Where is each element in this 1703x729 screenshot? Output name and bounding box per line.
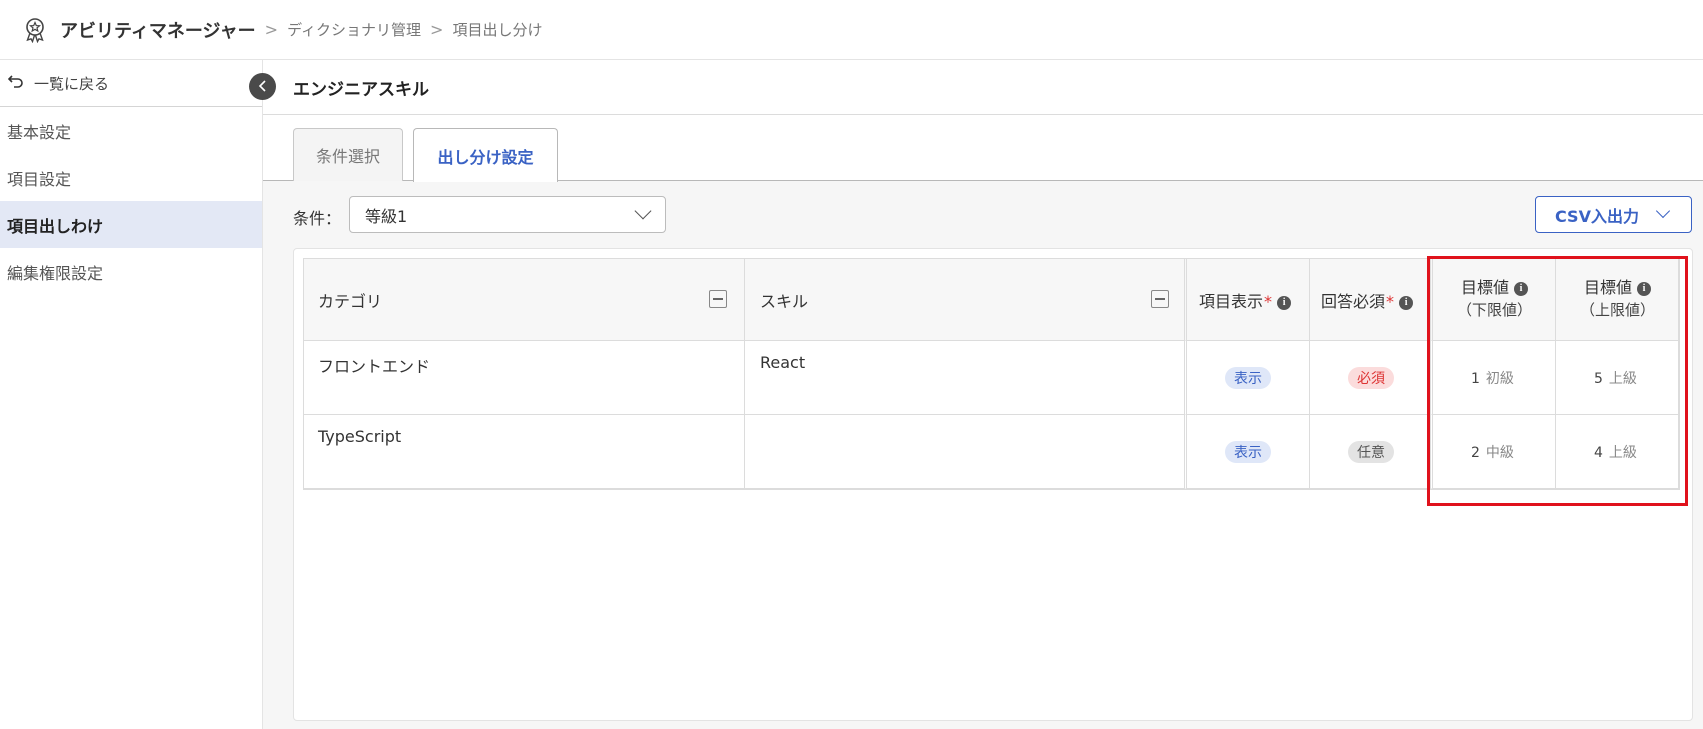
target-lower-num: 2 <box>1471 445 1480 461</box>
collapse-category-button[interactable] <box>709 290 727 308</box>
target-lower-num: 1 <box>1471 371 1480 387</box>
header-target-upper: 目標値 i （上限値） <box>1556 258 1679 341</box>
condition-select[interactable]: 等級1 <box>349 196 666 233</box>
filter-row: 条件： 等級1 CSV入出力 <box>263 196 1703 238</box>
header-display-label: 項目表示 <box>1199 292 1264 311</box>
display-badge[interactable]: 表示 <box>1225 367 1271 389</box>
csv-import-export-button[interactable]: CSV入出力 <box>1535 196 1692 233</box>
header-skill: スキル <box>745 258 1187 341</box>
sidebar-item-item-distribution[interactable]: 項目出しわけ <box>0 201 262 248</box>
collapse-skill-button[interactable] <box>1151 290 1169 308</box>
table-cell-display[interactable]: 表示 <box>1187 341 1310 415</box>
table-cell-required[interactable]: 必須 <box>1310 341 1433 415</box>
breadcrumb-dictionary[interactable]: ディクショナリ管理 <box>287 19 421 40</box>
required-badge[interactable]: 必須 <box>1348 367 1394 389</box>
target-lower-level: 中級 <box>1485 445 1514 461</box>
tab-distribution-settings[interactable]: 出し分け設定 <box>413 128 558 182</box>
back-to-list-link[interactable]: 一覧に戻る <box>0 60 262 107</box>
header-required-label: 回答必須 <box>1321 292 1386 311</box>
header-upper-label: （上限値） <box>1579 301 1655 319</box>
sidebar: 一覧に戻る 基本設定 項目設定 項目出しわけ 編集権限設定 <box>0 60 263 729</box>
header-required: 回答必須* i <box>1310 258 1433 341</box>
app-name[interactable]: アビリティマネージャー <box>60 17 256 43</box>
header-category-label: カテゴリ <box>318 292 383 311</box>
header-target-label: 目標値 <box>1460 278 1509 297</box>
chevron-down-icon <box>1655 203 1671 219</box>
target-upper-level: 上級 <box>1608 445 1637 461</box>
info-icon[interactable]: i <box>1637 281 1652 296</box>
header-skill-label: スキル <box>760 292 809 311</box>
category-value: フロントエンド <box>318 357 431 376</box>
undo-arrow-icon <box>7 73 24 93</box>
chevron-left-icon <box>258 77 268 96</box>
table-cell-target-lower[interactable]: 1 初級 <box>1433 341 1556 415</box>
table-cell-target-lower[interactable]: 2 中級 <box>1433 415 1556 489</box>
info-icon[interactable]: i <box>1514 281 1529 296</box>
app-header: アビリティマネージャー > ディクショナリ管理 > 項目出し分け <box>0 0 1703 60</box>
target-upper-level: 上級 <box>1608 371 1637 387</box>
chevron-down-icon <box>634 202 652 220</box>
sidebar-collapse-button[interactable] <box>249 73 276 100</box>
header-target-label: 目標値 <box>1583 278 1632 297</box>
table-cell-category[interactable]: フロントエンド <box>303 341 745 415</box>
required-asterisk: * <box>1386 292 1395 311</box>
condition-select-value: 等級1 <box>365 206 408 226</box>
header-category: カテゴリ <box>303 258 745 341</box>
header-lower-label: （下限値） <box>1456 301 1532 319</box>
header-target-lower: 目標値 i （下限値） <box>1433 258 1556 341</box>
breadcrumb-separator: > <box>430 20 444 39</box>
page-title: エンジニアスキル <box>263 60 1703 115</box>
table-cell-category[interactable]: TypeScript <box>303 415 745 489</box>
tab-bar: 条件選択 出し分け設定 <box>263 115 1703 182</box>
target-lower-level: 初級 <box>1485 371 1514 387</box>
table-cell-display[interactable]: 表示 <box>1187 415 1310 489</box>
info-icon[interactable]: i <box>1399 295 1414 310</box>
target-upper-num: 5 <box>1594 371 1603 387</box>
sidebar-item-basic-settings[interactable]: 基本設定 <box>0 107 262 154</box>
skill-value: React <box>760 353 806 372</box>
award-icon <box>22 17 48 43</box>
sidebar-item-edit-permissions[interactable]: 編集権限設定 <box>0 248 262 295</box>
required-badge[interactable]: 任意 <box>1348 441 1394 463</box>
table-cell-skill[interactable] <box>745 415 1187 489</box>
tab-condition-select[interactable]: 条件選択 <box>293 128 403 181</box>
table-cell-required[interactable]: 任意 <box>1310 415 1433 489</box>
condition-label: 条件： <box>293 209 342 228</box>
table-cell-skill[interactable]: React <box>745 341 1187 415</box>
info-icon[interactable]: i <box>1277 295 1292 310</box>
main-content: エンジニアスキル 条件選択 出し分け設定 条件： 等級1 CSV入出力 カテゴリ… <box>263 60 1703 729</box>
breadcrumb-current: 項目出し分け <box>452 21 543 39</box>
back-label: 一覧に戻る <box>34 74 110 93</box>
display-badge[interactable]: 表示 <box>1225 441 1271 463</box>
breadcrumb-separator: > <box>264 20 279 39</box>
csv-button-label: CSV入出力 <box>1555 206 1639 226</box>
target-upper-num: 4 <box>1594 445 1603 461</box>
header-display: 項目表示* i <box>1187 258 1310 341</box>
sidebar-item-item-settings[interactable]: 項目設定 <box>0 154 262 201</box>
table-card: カテゴリ スキル 項目表示* i 回答必須* i 目標値 i （下限値） 目標値… <box>293 248 1693 721</box>
table-cell-target-upper[interactable]: 4 上級 <box>1556 415 1679 489</box>
required-asterisk: * <box>1264 292 1273 311</box>
table-cell-target-upper[interactable]: 5 上級 <box>1556 341 1679 415</box>
category-value: TypeScript <box>318 427 402 446</box>
